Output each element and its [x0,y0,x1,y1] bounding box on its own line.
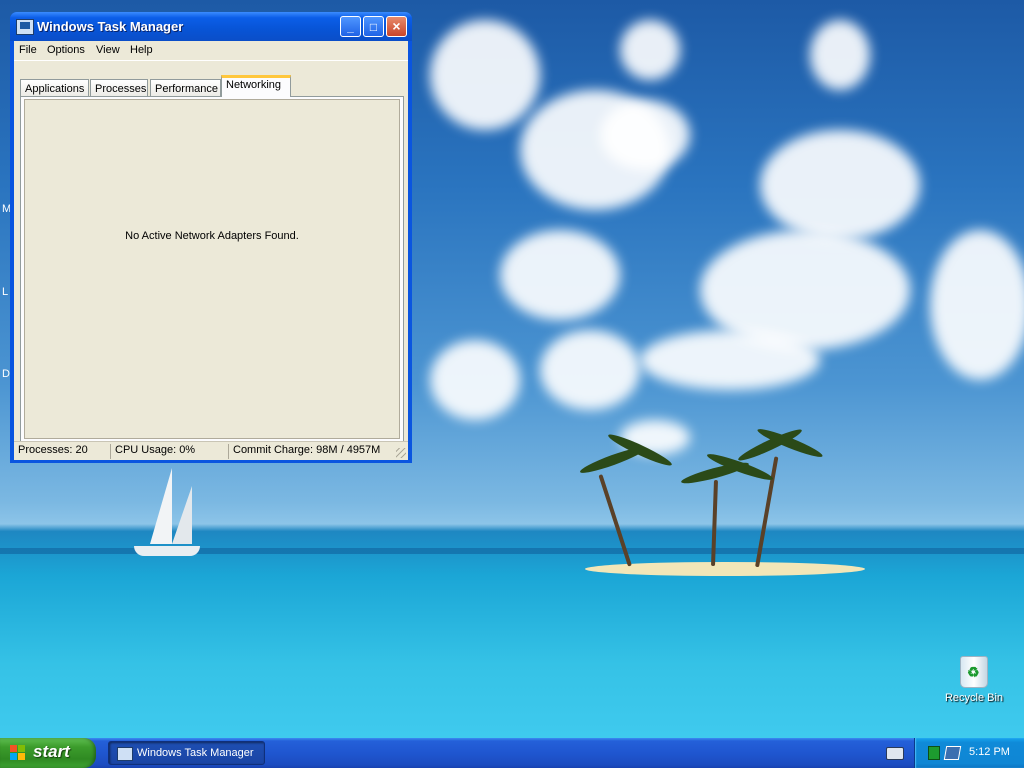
cloud [430,20,540,130]
network-graph-area: No Active Network Adapters Found. [24,99,400,439]
recycle-bin-icon: ♻ [960,656,988,688]
status-commit-charge: Commit Charge: 98M / 4957M [228,444,406,459]
status-bar: Processes: 20 CPU Usage: 0% Commit Charg… [14,441,408,460]
close-icon: × [392,18,401,34]
start-label: start [33,742,70,761]
no-adapters-message: No Active Network Adapters Found. [125,230,299,242]
menu-view[interactable]: View [96,44,120,56]
cloud [810,20,870,90]
sail [150,468,172,544]
task-manager-tray-icon[interactable] [928,746,940,760]
cloud [930,230,1024,380]
taskbar: start Windows Task Manager 5:12 PM [0,738,1024,768]
resize-grip[interactable] [396,448,406,458]
cloud [540,330,640,410]
cloud [500,230,620,320]
cloud [620,20,680,80]
title-bar[interactable]: Windows Task Manager _ □ × [10,12,412,41]
keyboard-language-icon[interactable] [886,747,904,760]
cloud [640,330,820,390]
close-button[interactable]: × [386,16,407,37]
taskbar-task-manager-button[interactable]: Windows Task Manager [108,741,265,765]
desktop-icon-label-edge: D [2,368,10,380]
recycle-bin-label: Recycle Bin [944,692,1004,704]
task-manager-window: Windows Task Manager _ □ × File Options … [10,12,412,463]
menu-file[interactable]: File [19,44,37,56]
cloud [430,340,520,420]
status-cpu-usage: CPU Usage: 0% [110,444,228,459]
cloud [600,100,690,170]
boat-hull [134,546,200,556]
system-tray: 5:12 PM [914,738,1024,768]
clock[interactable]: 5:12 PM [969,746,1010,758]
tab-applications[interactable]: Applications [20,79,89,96]
taskbar-task-label: Windows Task Manager [137,747,254,759]
menu-help[interactable]: Help [130,44,153,56]
tab-networking[interactable]: Networking [221,75,291,97]
window-title: Windows Task Manager [37,19,184,34]
recycle-bin-desktop-icon[interactable]: ♻ Recycle Bin [944,656,1004,704]
task-manager-icon [16,19,34,35]
tab-performance[interactable]: Performance [150,79,221,96]
maximize-icon: □ [369,20,378,34]
minimize-button[interactable]: _ [340,16,361,37]
cloud [760,130,920,240]
start-button[interactable]: start [0,738,96,768]
tab-processes[interactable]: Processes [90,79,148,96]
sail [172,486,192,544]
network-tray-icon[interactable] [943,746,962,760]
menu-options[interactable]: Options [47,44,85,56]
menu-bar: File Options View Help [14,41,408,61]
status-processes: Processes: 20 [18,444,88,456]
minimize-icon: _ [347,20,354,34]
task-manager-icon [117,747,133,761]
maximize-button[interactable]: □ [363,16,384,37]
windows-logo-icon [10,745,26,761]
window-body: File Options View Help Applications Proc… [14,41,408,460]
networking-panel: No Active Network Adapters Found. [20,96,404,443]
desktop-icon-label-edge: L [2,286,9,298]
